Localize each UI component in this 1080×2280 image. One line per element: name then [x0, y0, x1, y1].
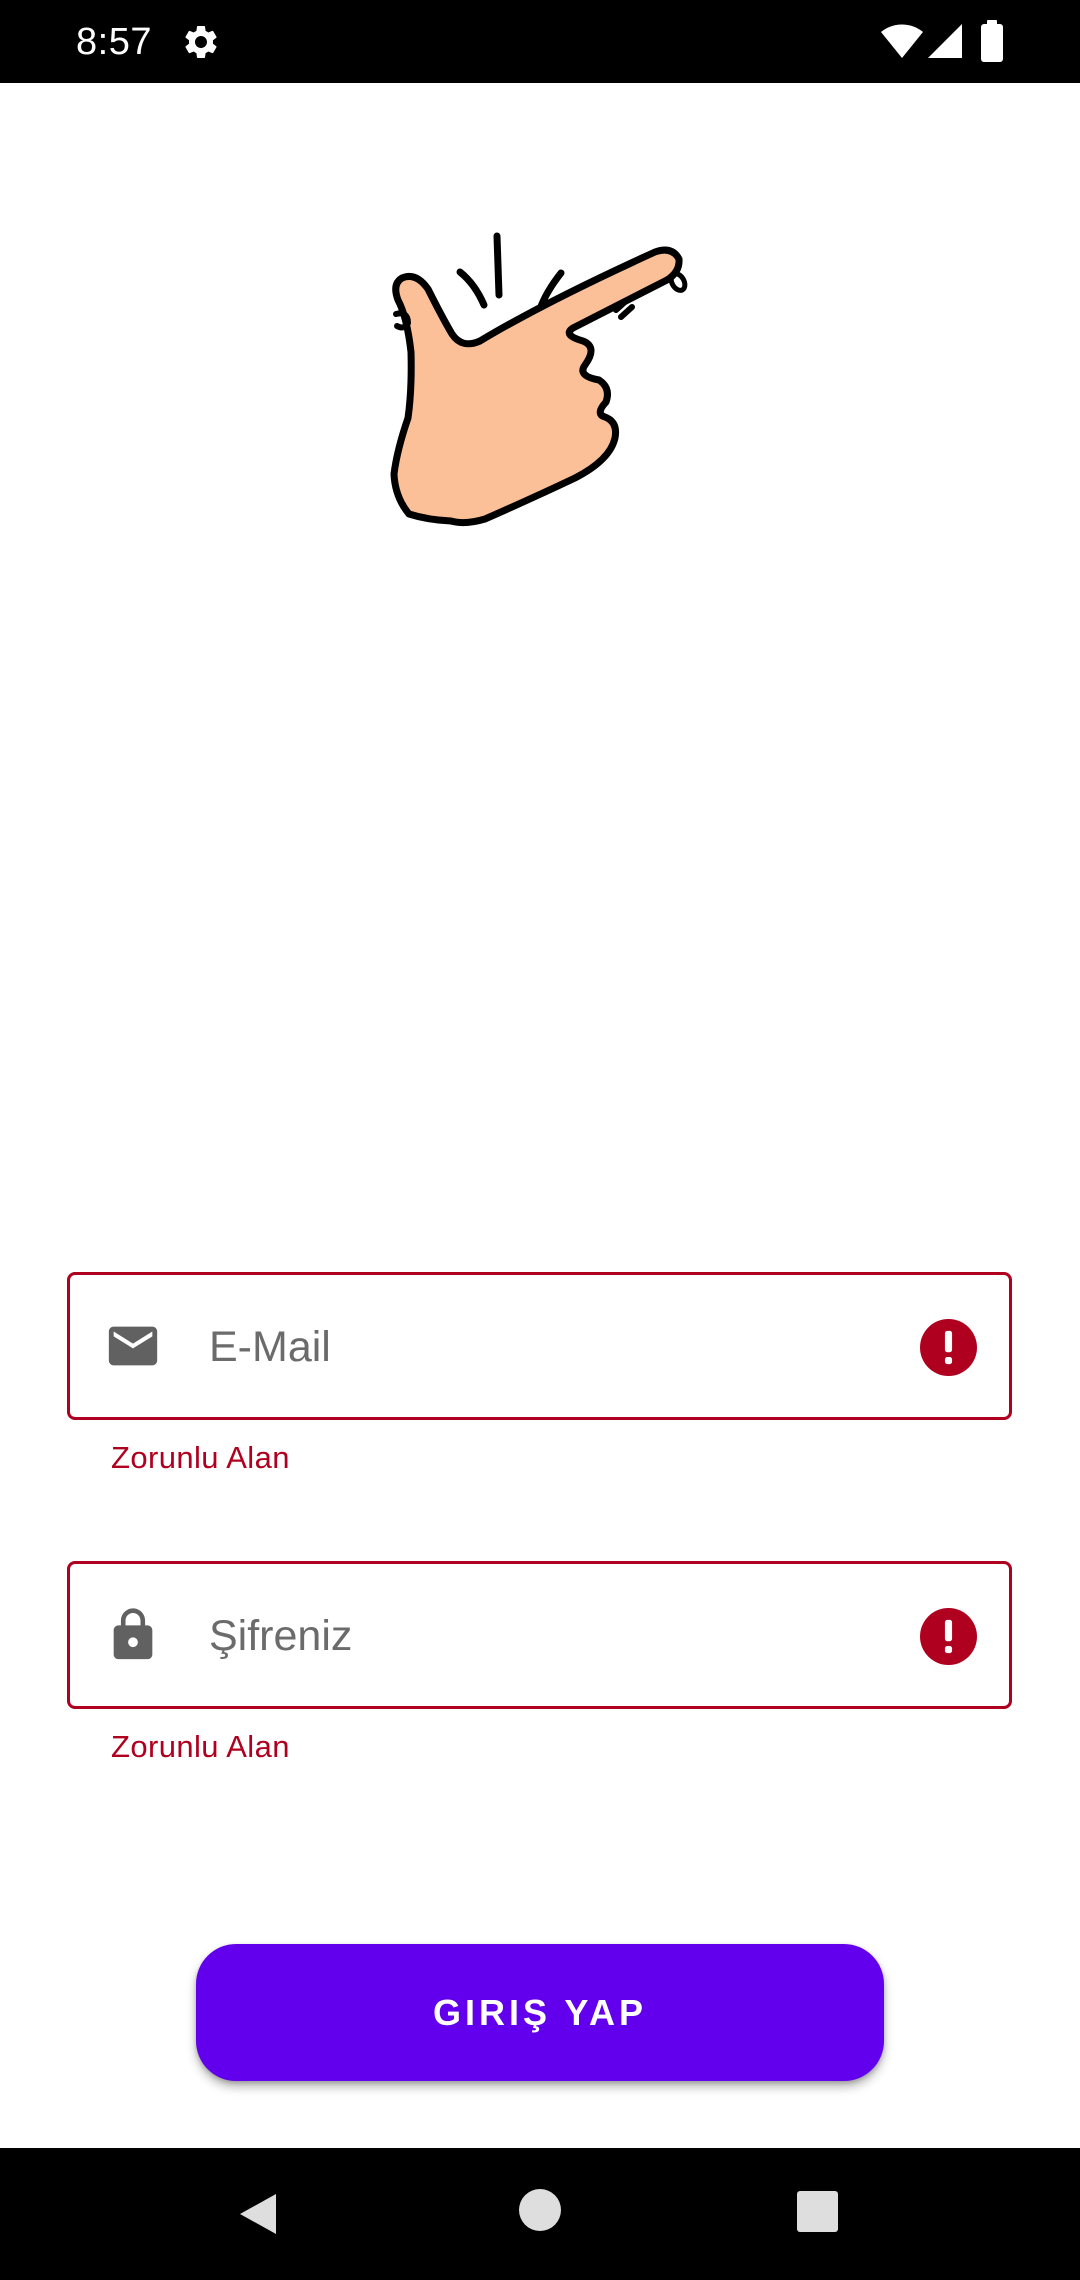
password-input[interactable] [209, 1596, 809, 1676]
wifi-icon [881, 24, 923, 58]
email-field[interactable] [67, 1272, 1012, 1420]
error-icon [920, 1608, 977, 1665]
status-bar: 8:57 [0, 0, 1080, 83]
login-button[interactable]: GIRIŞ YAP [196, 1944, 884, 2081]
navigation-bar [0, 2148, 1080, 2280]
back-icon[interactable] [232, 2188, 284, 2240]
lock-icon [113, 1608, 153, 1660]
password-field[interactable] [67, 1561, 1012, 1709]
email-input[interactable] [209, 1307, 809, 1387]
mail-icon [108, 1326, 158, 1366]
email-error-text: Zorunlu Alan [111, 1440, 290, 1475]
home-icon[interactable] [518, 2188, 562, 2232]
battery-icon [981, 20, 1003, 62]
recents-icon[interactable] [797, 2191, 838, 2232]
error-icon [920, 1319, 977, 1376]
gear-icon [185, 25, 217, 58]
status-time: 8:57 [76, 21, 152, 63]
signal-icon [928, 24, 962, 58]
password-error-text: Zorunlu Alan [111, 1729, 290, 1764]
snapping-hand-illustration [390, 232, 688, 527]
